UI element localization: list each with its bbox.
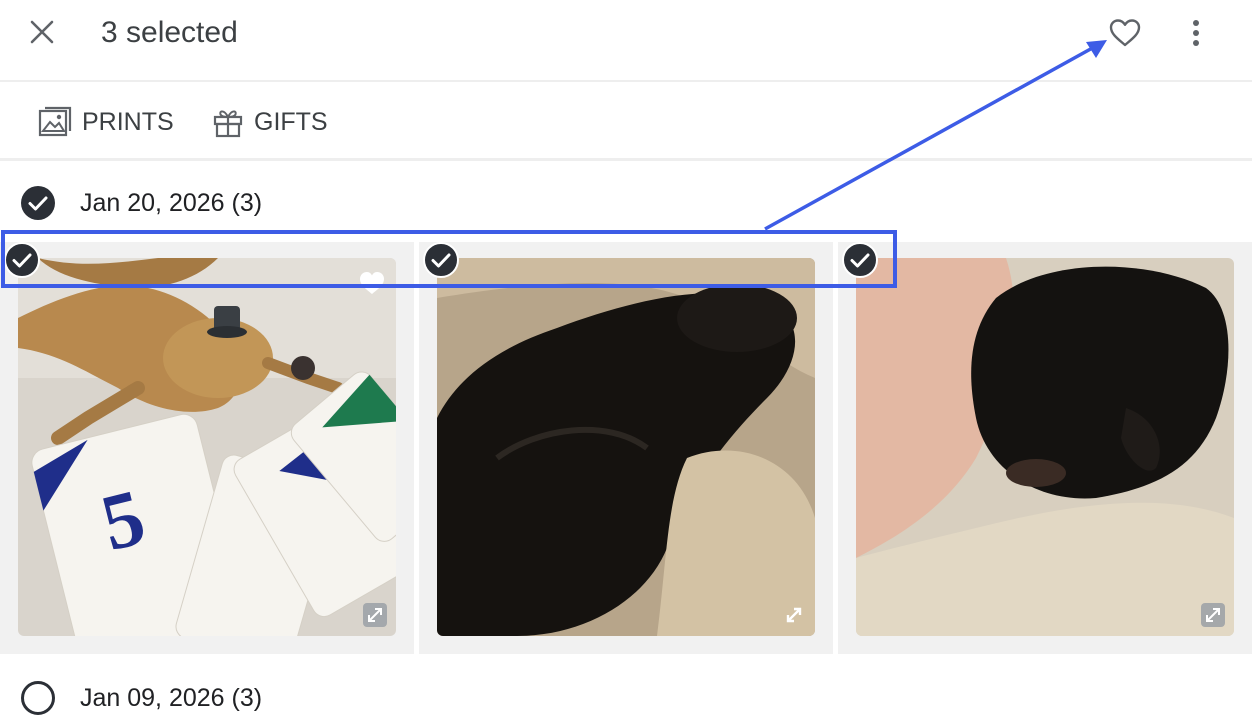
more-options-button[interactable]	[1180, 12, 1212, 54]
black-puppies-photo	[437, 258, 815, 636]
favorite-heart-icon	[360, 272, 384, 294]
expand-icon[interactable]	[781, 602, 807, 628]
close-icon	[30, 20, 54, 44]
selection-toolbar: 3 selected	[0, 0, 1252, 80]
gift-icon	[213, 110, 243, 138]
date-group-header: Jan 09, 2026 (3)	[20, 676, 262, 720]
selected-count: 3 selected	[101, 16, 238, 49]
date-group-header: Jan 20, 2026 (3)	[20, 181, 262, 225]
puppy-in-hand-photo	[856, 258, 1234, 636]
prints-label: PRINTS	[82, 107, 174, 136]
date-label: Jan 20, 2026 (3)	[80, 188, 263, 217]
date-label: Jan 09, 2026 (3)	[80, 683, 263, 712]
photo-selected-check-icon[interactable]	[423, 242, 459, 278]
photo-tile[interactable]	[419, 242, 833, 654]
checkmark-circle-icon	[21, 186, 55, 220]
heart-outline-icon	[1109, 19, 1141, 47]
prints-button[interactable]: PRINTS	[38, 100, 174, 144]
select-group-checkbox[interactable]	[20, 185, 56, 221]
photo-black-puppies[interactable]	[437, 258, 815, 636]
toolbar-divider	[0, 80, 1252, 82]
gifts-button[interactable]: GIFTS	[212, 100, 328, 144]
more-vert-icon	[1193, 20, 1199, 46]
actions-divider	[0, 158, 1252, 161]
photo-bearded-dragon[interactable]: 5	[18, 258, 396, 636]
photo-puppy-in-hand[interactable]	[856, 258, 1234, 636]
close-selection-button[interactable]	[22, 12, 62, 52]
gifts-label: GIFTS	[254, 107, 328, 136]
select-group-checkbox[interactable]	[20, 680, 56, 716]
expand-icon[interactable]	[362, 602, 388, 628]
photo-selected-check-icon[interactable]	[4, 242, 40, 278]
favorite-button[interactable]	[1102, 10, 1148, 56]
prints-icon	[38, 106, 72, 137]
photo-selected-check-icon[interactable]	[842, 242, 878, 278]
expand-icon[interactable]	[1200, 602, 1226, 628]
bearded-dragon-photo: 5	[18, 258, 396, 636]
photo-tile[interactable]: 5	[0, 242, 414, 654]
photo-tile[interactable]	[838, 242, 1252, 654]
empty-circle-icon	[21, 681, 55, 715]
